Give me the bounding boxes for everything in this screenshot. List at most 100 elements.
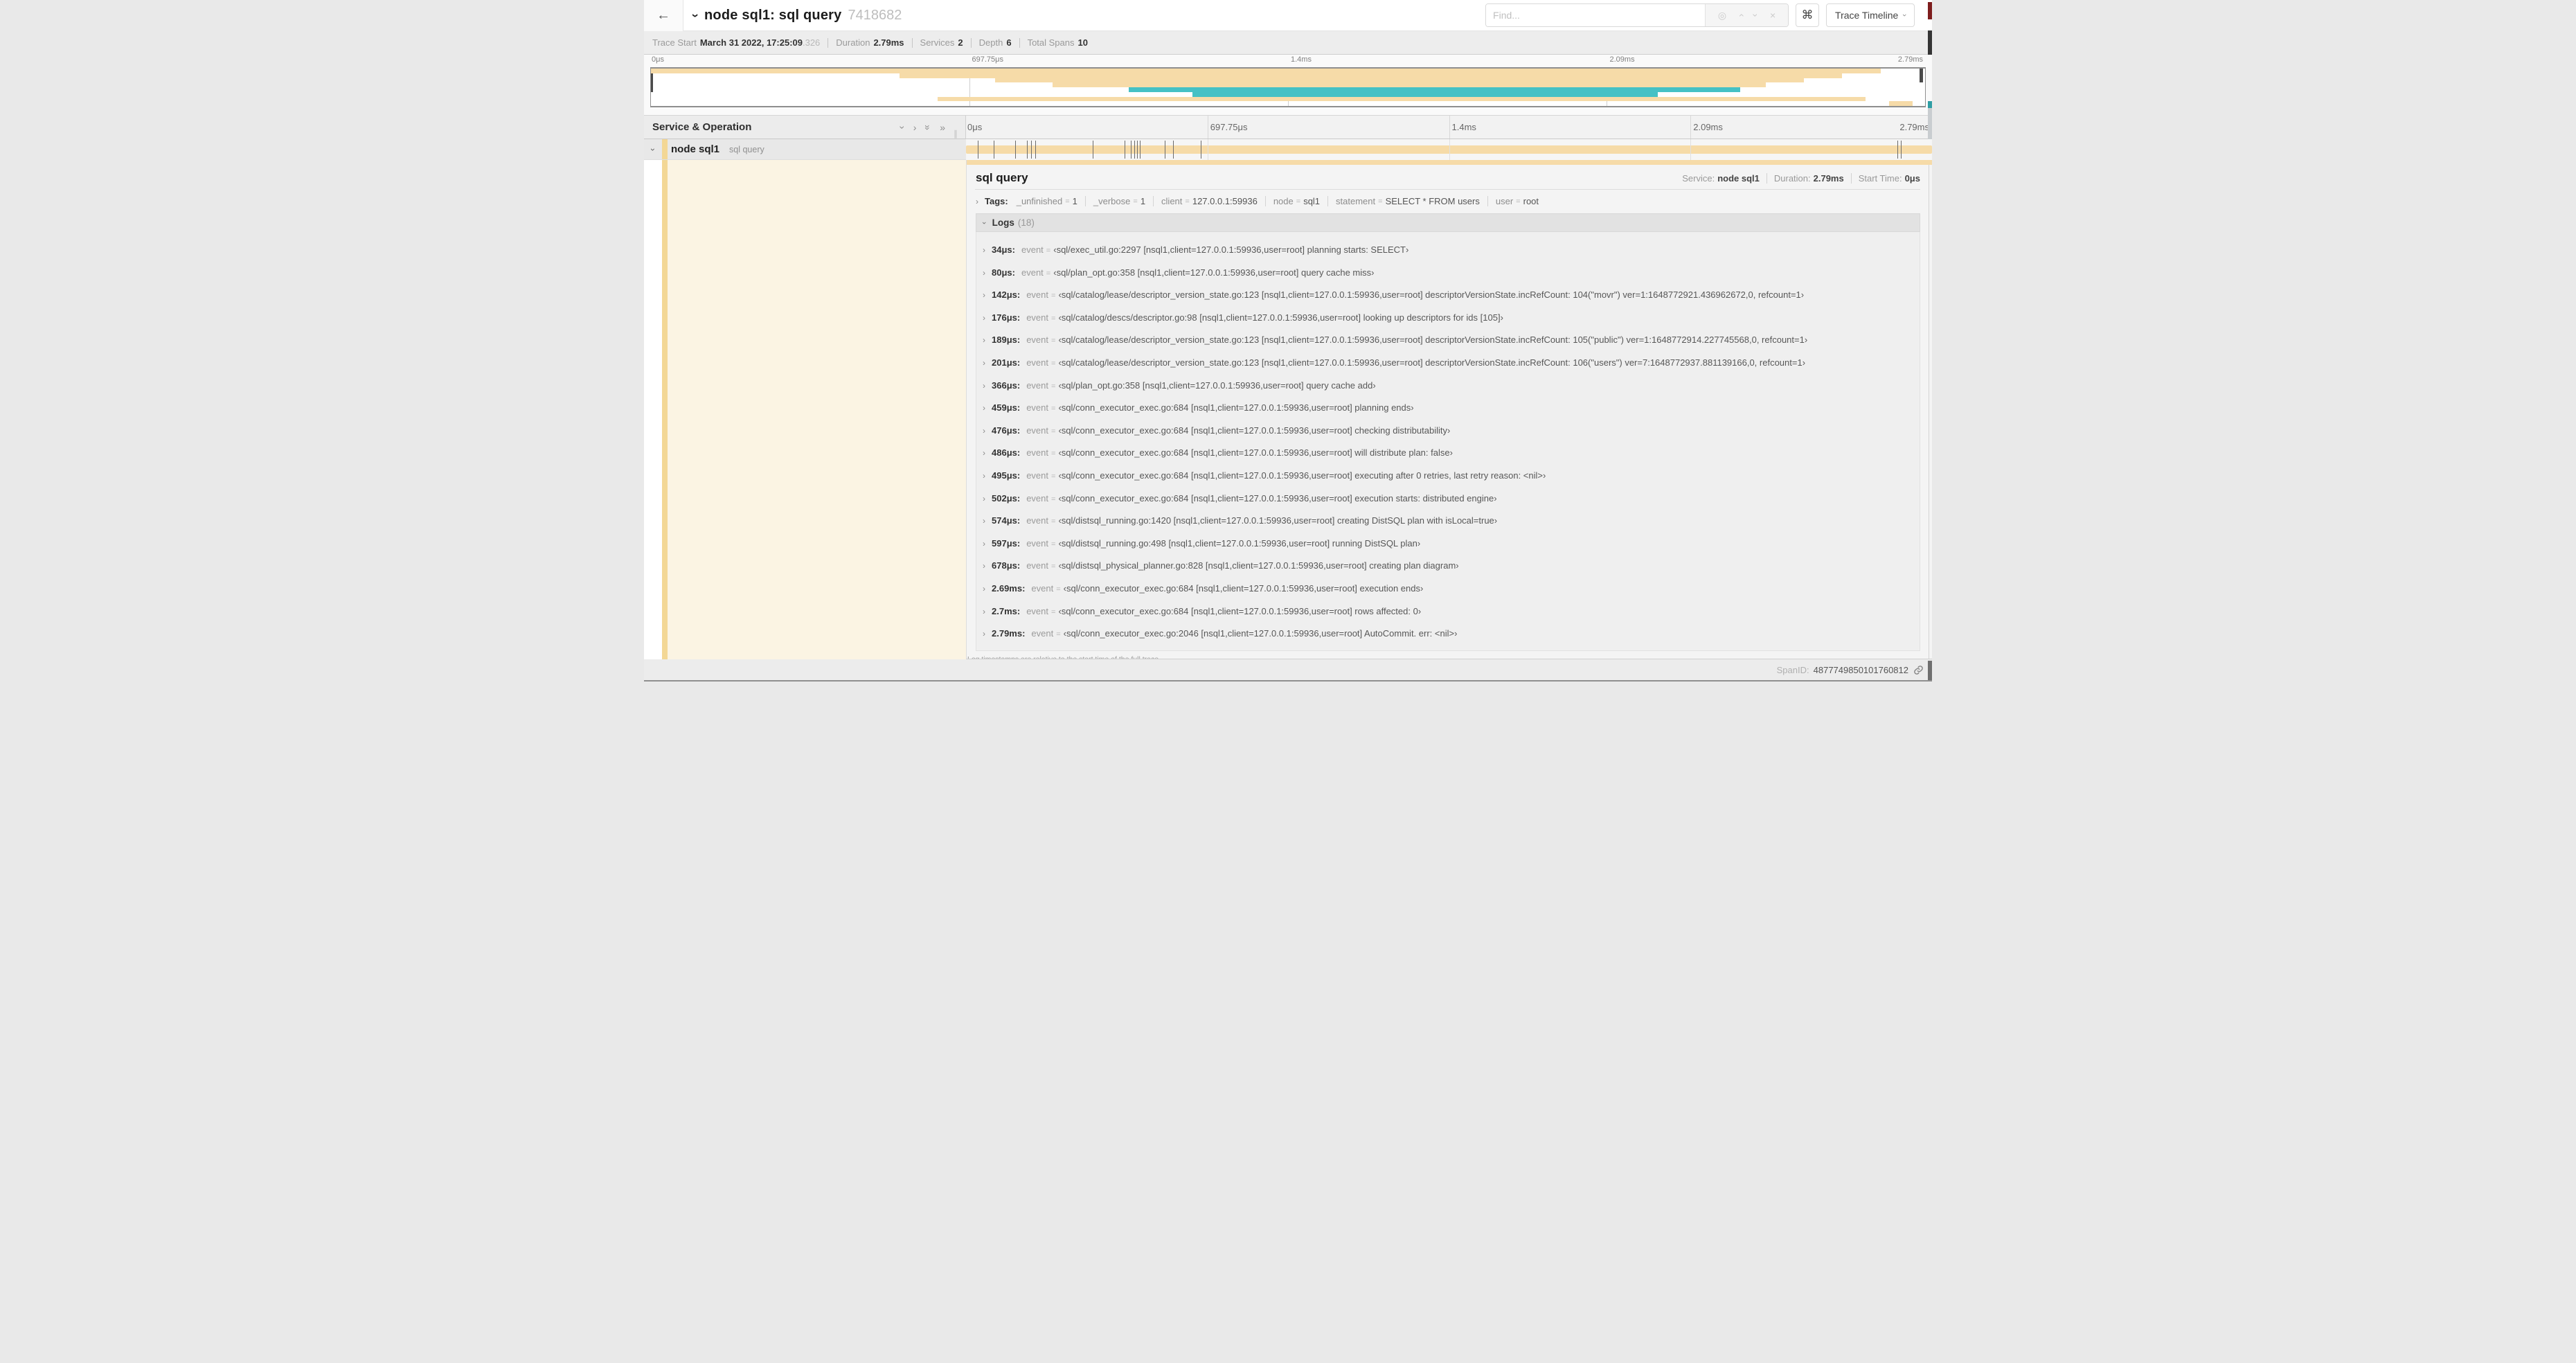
tag-key: _unfinished <box>1016 196 1063 206</box>
tick-label: 1.4ms <box>1291 55 1312 64</box>
log-entry[interactable]: › 597μs: event = ‹sql/distsql_running.go:498… <box>983 537 1913 551</box>
tag-value: SELECT * FROM users <box>1385 196 1480 206</box>
tag-key: node <box>1273 196 1294 206</box>
copy-link-icon[interactable] <box>1913 665 1924 675</box>
log-entry[interactable]: › 80μs: event = ‹sql/plan_opt.go:358 [nsql1,… <box>983 267 1913 280</box>
logs-header[interactable]: › Logs (18) <box>976 213 1920 232</box>
log-entry[interactable]: › 2.69ms: event = ‹sql/conn_executor_exec.go… <box>983 582 1913 596</box>
view-selector-label: Trace Timeline <box>1835 10 1899 21</box>
chevron-down-icon: › <box>979 221 988 224</box>
log-timestamp: 502μs: <box>992 492 1021 504</box>
log-timestamp: 574μs: <box>992 515 1021 526</box>
equals-sign: = <box>1051 292 1056 301</box>
summary-value: 2.79ms <box>873 37 904 48</box>
log-field-name: event <box>1031 582 1054 594</box>
log-entry[interactable]: › 142μs: event = ‹sql/catalog/lease/descript… <box>983 289 1913 302</box>
chevron-right-icon: › <box>983 583 985 594</box>
log-field-value: ‹sql/catalog/descs/descriptor.go:98 [nsq… <box>1058 312 1503 323</box>
tags-label: Tags: <box>985 196 1008 206</box>
clear-search-icon[interactable]: × <box>1770 10 1776 21</box>
log-entry[interactable]: › 476μs: event = ‹sql/conn_executor_exec.go:… <box>983 425 1913 438</box>
log-entry[interactable]: › 574μs: event = ‹sql/distsql_running.go:142… <box>983 515 1913 528</box>
log-field-value: ‹sql/catalog/lease/descriptor_version_st… <box>1058 357 1806 368</box>
service-operation-title: Service & Operation <box>652 121 752 133</box>
span-row: › node sql1 sql query <box>644 139 1932 160</box>
locate-icon[interactable]: ◎ <box>1718 10 1726 21</box>
equals-sign: = <box>1378 197 1383 206</box>
equals-sign: = <box>1051 517 1056 526</box>
minimap-right-scrubber[interactable] <box>1920 69 1923 82</box>
log-entry[interactable]: › 201μs: event = ‹sql/catalog/lease/descript… <box>983 357 1913 370</box>
span-detail-card: sql query Service: node sql1 Duration: 2.7… <box>967 165 1929 659</box>
summary-label: Trace Start <box>652 37 697 48</box>
log-entry[interactable]: › 459μs: event = ‹sql/conn_executor_exec.go:… <box>983 402 1913 415</box>
span-collapse-chevron-icon[interactable]: › <box>648 141 658 159</box>
back-button[interactable]: ← <box>644 0 683 31</box>
log-timestamp: 34μs: <box>992 244 1015 255</box>
find-group: ◎ › › × <box>1485 3 1789 27</box>
log-field-value: ‹sql/conn_executor_exec.go:2046 [nsql1,c… <box>1063 628 1458 639</box>
previous-result-icon[interactable]: › <box>1735 14 1746 17</box>
tags-row[interactable]: › Tags: _unfinished = 1 _verbose = 1 client = 12… <box>967 190 1929 212</box>
equals-sign: = <box>1051 382 1056 391</box>
log-entry[interactable]: › 189μs: event = ‹sql/catalog/lease/descript… <box>983 334 1913 347</box>
trace-id: 7418682 <box>848 7 902 23</box>
top-bar: ← › node sql1: sql query 7418682 ◎ › › ×… <box>644 0 1932 31</box>
tick-label: 2.79ms <box>1899 122 1929 132</box>
log-field-value: ‹sql/catalog/lease/descriptor_version_st… <box>1058 289 1805 301</box>
column-resizer-handle[interactable]: ∥ <box>954 129 958 139</box>
log-entry[interactable]: › 678μs: event = ‹sql/distsql_physical_plann… <box>983 560 1913 573</box>
log-entry[interactable]: › 366μs: event = ‹sql/plan_opt.go:358 [nsql1… <box>983 380 1913 393</box>
minimap-canvas[interactable] <box>650 67 1926 107</box>
collapse-one-icon[interactable]: › <box>897 125 908 129</box>
next-result-icon[interactable]: › <box>1751 14 1762 17</box>
log-entry[interactable]: › 2.7ms: event = ‹sql/conn_executor_exec.go:… <box>983 605 1913 618</box>
minimap-span-bar <box>1889 101 1913 106</box>
equals-sign: = <box>1051 562 1056 571</box>
tag-key: client <box>1161 196 1183 206</box>
equals-sign: = <box>1051 314 1056 323</box>
gridline <box>1690 116 1692 139</box>
log-field-value: ‹sql/conn_executor_exec.go:684 [nsql1,cl… <box>1058 605 1422 616</box>
log-entry[interactable]: › 176μs: event = ‹sql/catalog/descs/descript… <box>983 312 1913 325</box>
equals-sign: = <box>1516 197 1521 206</box>
log-timestamp: 201μs: <box>992 357 1021 368</box>
duration-value: 2.79ms <box>1813 172 1844 184</box>
log-entry[interactable]: › 502μs: event = ‹sql/conn_executor_exec.go:… <box>983 492 1913 506</box>
expanded-row-background <box>668 160 966 659</box>
view-selector-button[interactable]: Trace Timeline › <box>1826 3 1915 27</box>
chevron-right-icon: › <box>983 290 985 301</box>
keyboard-shortcuts-button[interactable]: ⌘ <box>1796 3 1820 27</box>
service-color-accent <box>662 139 668 159</box>
log-field-name: event <box>1026 447 1049 458</box>
log-entry[interactable]: › 34μs: event = ‹sql/exec_util.go:2297 [nsql… <box>983 244 1913 257</box>
tag-key: _verbose <box>1093 196 1131 206</box>
span-row-name-cell[interactable]: › node sql1 sql query <box>644 139 966 160</box>
equals-sign: = <box>1065 197 1070 206</box>
chevron-right-icon: › <box>983 425 985 436</box>
minimap-tick-labels: 0μs 697.75μs 1.4ms 2.09ms 2.79ms <box>650 55 1926 66</box>
find-input[interactable] <box>1486 4 1706 26</box>
span-color-strip <box>967 160 1932 165</box>
expand-all-icon[interactable]: » <box>940 122 945 133</box>
equals-sign: = <box>1046 269 1051 278</box>
expand-one-icon[interactable]: › <box>913 122 917 133</box>
detail-operation-title: sql query <box>976 171 1028 184</box>
divider <box>1766 172 1767 184</box>
tag-value: 127.0.0.1:59936 <box>1192 196 1258 206</box>
find-result-controls: ◎ › › × <box>1705 4 1789 26</box>
tick-label: 1.4ms <box>1451 122 1476 132</box>
log-field-name: event <box>1031 628 1054 639</box>
log-field-value: ‹sql/distsql_running.go:1420 [nsql1,clie… <box>1058 515 1498 526</box>
log-entry[interactable]: › 495μs: event = ‹sql/conn_executor_exec.go:… <box>983 470 1913 483</box>
chevron-right-icon: › <box>983 470 985 481</box>
collapse-all-icon[interactable]: » <box>922 125 933 130</box>
tag-value: 1 <box>1072 196 1077 206</box>
trace-title-group: › node sql1: sql query 7418682 <box>689 7 902 24</box>
screen-edge-artifact <box>1928 2 1932 19</box>
log-entry[interactable]: › 486μs: event = ‹sql/conn_executor_exec.go:… <box>983 447 1913 460</box>
timeline-minimap: 0μs 697.75μs 1.4ms 2.09ms 2.79ms <box>644 55 1932 115</box>
summary-value: March 31 2022, 17:25:09 <box>699 37 803 48</box>
collapse-trace-chevron-icon[interactable]: › <box>688 13 703 17</box>
log-entry[interactable]: › 2.79ms: event = ‹sql/conn_executor_exec.go… <box>983 627 1913 641</box>
